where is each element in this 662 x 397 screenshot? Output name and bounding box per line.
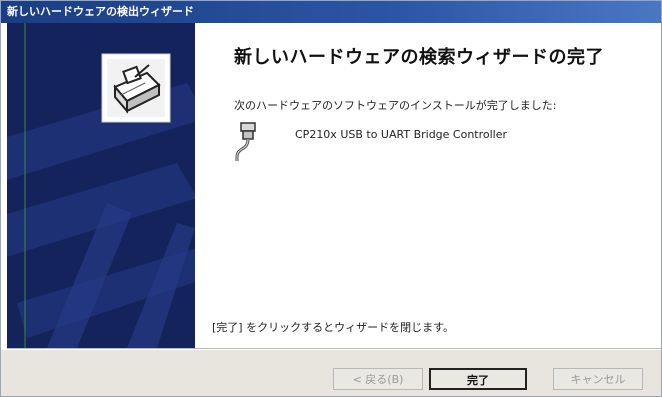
cancel-button[interactable]: キャンセル xyxy=(553,368,643,390)
close-hint: [完了] をクリックするとウィザードを閉じます。 xyxy=(212,321,454,334)
wizard-window: 新しいハードウェアの検出ウィザード 新しいハードウェアの検索ウィザードの完了 次… xyxy=(0,0,662,397)
finish-button[interactable]: 完了 xyxy=(429,368,527,390)
hardware-wizard-icon xyxy=(101,53,171,123)
usb-cable-icon xyxy=(235,122,256,161)
wizard-side-panel xyxy=(7,23,195,348)
installed-message: 次のハードウェアのソフトウェアのインストールが完了しました: xyxy=(234,99,557,112)
button-bar: < 戻る(B) 完了 キャンセル xyxy=(1,350,661,396)
page-title: 新しいハードウェアの検索ウィザードの完了 xyxy=(234,47,604,68)
device-name: CP210x USB to UART Bridge Controller xyxy=(295,128,508,141)
wizard-content: 新しいハードウェアの検索ウィザードの完了 次のハードウェアのソフトウェアのインス… xyxy=(195,23,661,348)
back-button[interactable]: < 戻る(B) xyxy=(333,368,423,390)
window-title: 新しいハードウェアの検出ウィザード xyxy=(7,5,194,18)
title-bar[interactable]: 新しいハードウェアの検出ウィザード xyxy=(1,1,661,23)
